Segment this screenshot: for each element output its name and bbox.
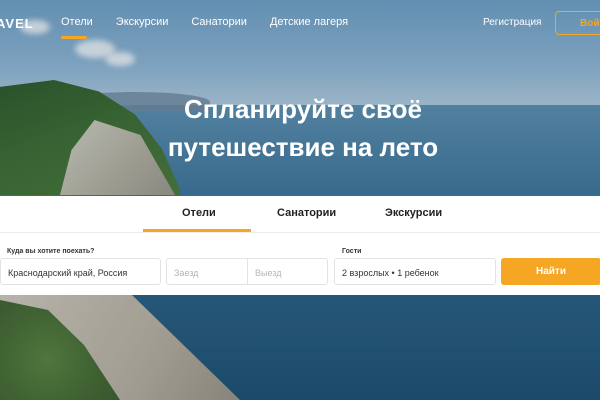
- hero-title-line-1: Спланируйте своё: [184, 94, 422, 124]
- tab-sanatoriums[interactable]: Санатории: [277, 207, 336, 219]
- logo[interactable]: AVEL: [0, 16, 34, 31]
- nav-item-sanatoriums[interactable]: Санатории: [191, 16, 247, 28]
- search-button[interactable]: Найти: [501, 258, 600, 285]
- checkout-input[interactable]: Выезд: [247, 258, 328, 285]
- tab-excursions[interactable]: Экскурсии: [385, 207, 442, 219]
- search-tabs: Отели Санатории Экскурсии: [0, 196, 600, 232]
- guests-label: Гости: [342, 248, 362, 255]
- divider: [0, 232, 600, 233]
- nav-item-kids-camps[interactable]: Детские лагеря: [270, 16, 348, 28]
- guests-select[interactable]: 2 взрослых • 1 ребенок: [334, 258, 496, 285]
- destination-input[interactable]: Краснодарский край, Россия: [0, 258, 161, 285]
- nav-item-excursions[interactable]: Экскурсии: [116, 16, 169, 28]
- login-button[interactable]: Войти: [555, 11, 600, 35]
- checkin-input[interactable]: Заезд: [166, 258, 248, 285]
- site-header: AVEL Отели Экскурсии Санатории Детские л…: [0, 0, 600, 46]
- hero-title: Спланируйте своё путешествие на лето: [0, 90, 600, 166]
- register-link[interactable]: Регистрация: [483, 17, 541, 28]
- search-panel: Отели Санатории Экскурсии Куда вы хотите…: [0, 196, 600, 295]
- hero-title-line-2: путешествие на лето: [167, 132, 439, 162]
- tab-hotels[interactable]: Отели: [182, 207, 216, 219]
- nav-item-hotels[interactable]: Отели: [61, 16, 93, 39]
- destination-label: Куда вы хотите поехать?: [7, 248, 95, 255]
- main-nav: Отели Экскурсии Санатории Детские лагеря: [61, 16, 371, 39]
